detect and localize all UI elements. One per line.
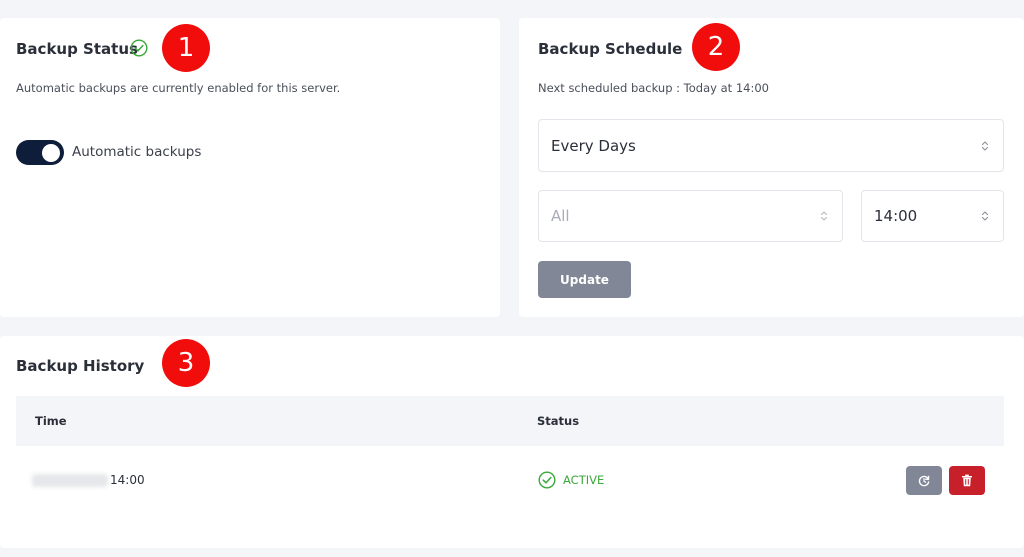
chevron-updown-icon	[981, 211, 989, 221]
toggle-knob	[42, 143, 60, 162]
day-select[interactable]: All	[538, 190, 843, 242]
restore-button[interactable]	[906, 466, 942, 495]
time-select[interactable]: 14:00	[861, 190, 1004, 242]
backup-schedule-title: Backup Schedule	[538, 40, 683, 58]
status-text: ACTIVE	[563, 473, 605, 487]
time-value: 14:00	[874, 207, 918, 225]
column-header-time: Time	[35, 414, 67, 428]
delete-button[interactable]	[949, 466, 985, 495]
check-circle-icon	[130, 39, 148, 57]
check-circle-icon	[538, 471, 556, 489]
chevron-updown-icon	[981, 140, 989, 151]
column-header-status: Status	[537, 414, 580, 428]
row-time: 14:00	[110, 473, 145, 487]
automatic-backups-label: Automatic backups	[72, 144, 202, 160]
annotation-badge-2: 2	[692, 23, 740, 71]
day-value: All	[551, 207, 570, 225]
backup-history-card: Backup History 3 Time Status 14:00 ACTIV…	[0, 336, 1024, 548]
chevron-updown-icon	[820, 211, 828, 221]
backup-status-title: Backup Status	[16, 40, 138, 58]
next-backup-text: Next scheduled backup : Today at 14:00	[538, 81, 769, 95]
table-row: 14:00 ACTIVE	[16, 446, 1004, 516]
annotation-badge-3: 3	[162, 339, 210, 387]
backup-status-card: Backup Status 1 Automatic backups are cu…	[0, 18, 500, 317]
trash-icon	[962, 474, 972, 487]
update-button[interactable]: Update	[538, 261, 631, 298]
redacted-date	[32, 474, 108, 487]
restore-icon	[918, 475, 930, 486]
status-badge: ACTIVE	[538, 471, 604, 489]
frequency-select[interactable]: Every Days	[538, 119, 1004, 172]
frequency-value: Every Days	[551, 136, 636, 155]
annotation-badge-1: 1	[162, 24, 210, 72]
backup-status-description: Automatic backups are currently enabled …	[16, 81, 341, 95]
backup-schedule-card: Backup Schedule 2 Next scheduled backup …	[519, 18, 1024, 317]
automatic-backups-toggle[interactable]	[16, 140, 64, 165]
backup-history-title: Backup History	[16, 357, 145, 375]
history-table-header: Time Status	[16, 396, 1004, 446]
